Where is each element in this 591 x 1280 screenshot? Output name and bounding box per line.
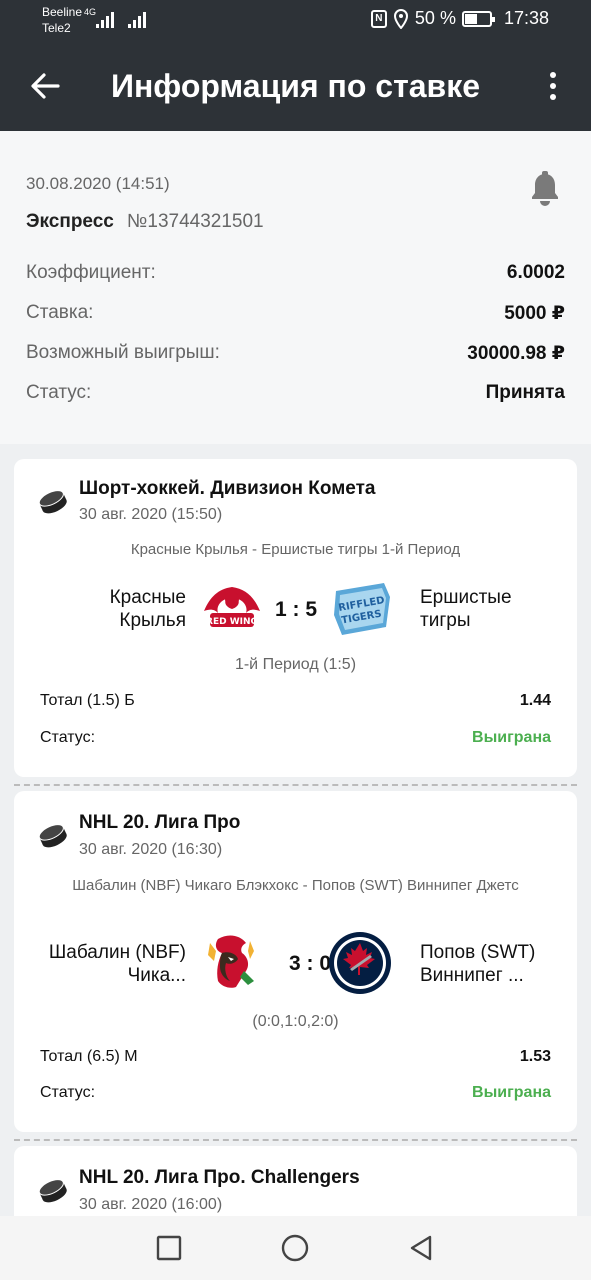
status-label: Статус: [26,382,92,403]
battery-icon [461,10,495,27]
winnipeg-jets-logo-icon [329,932,391,994]
carrier-1: Beeline [42,5,83,19]
bet-outcome-odds: 1.53 [519,1048,551,1065]
status-value: Принята [485,382,565,403]
event-match-title: Шабалин (NBF) Чикаго Блэкхокс - Попов (S… [72,877,519,894]
potential-win-value: 30000.98 ₽ [467,343,565,364]
more-vert-icon [550,72,556,78]
signal-icon [128,10,146,28]
red-wings-logo-icon: RED WING [204,587,260,627]
event-match-title: Красные Крылья - Ершистые тигры 1-й Пери… [130,541,461,558]
event-status-label: Статус: [40,729,96,746]
card-divider [14,784,577,786]
potential-win-row: Возможный выигрыш: 30000.98 ₽ [26,342,565,365]
status-bar: Beeline Tele2 4G N 50 % 17:38 [0,0,591,40]
bet-outcome-label: Тотал (1.5) Б [40,692,135,709]
event-date: 30 авг. 2020 (16:30) [79,841,223,858]
stake-value: 5000 ₽ [504,303,565,324]
carrier-2: Tele2 [42,21,71,35]
bet-type: Экспресс [26,211,114,232]
bet-outcome-row: Тотал (6.5) М 1.53 [40,1048,551,1066]
odds-label: Коэффициент: [26,262,156,283]
signal-icon [96,10,114,28]
network-type: 4G [84,7,97,17]
event-status-label: Статус: [40,1084,96,1101]
hockey-puck-icon [38,824,67,848]
event-card[interactable]: Шорт-хоккей. Дивизион Комета 30 авг. 202… [14,459,577,777]
bet-summary: 30.08.2020 (14:51) Экспресс №13744321501… [0,131,591,444]
recent-apps-button[interactable] [153,1232,185,1264]
blackhawks-logo-icon [208,935,254,988]
event-status-value: Выиграна [472,1084,551,1101]
svg-text:RED WING: RED WING [206,617,258,627]
potential-win-label: Возможный выигрыш: [26,342,220,363]
hockey-puck-icon [38,490,67,514]
team-home-name: Шабалин (NBF) Чика... [48,942,186,986]
card-divider [14,1139,577,1141]
nfc-icon: N [370,9,387,28]
bell-icon [532,171,558,206]
event-league: NHL 20. Лига Про. Challengers [79,1167,360,1188]
event-date: 30 авг. 2020 (15:50) [79,506,223,523]
event-status-value: Выиграна [472,729,551,746]
bet-outcome-row: Тотал (1.5) Б 1.44 [40,692,551,710]
more-options-button[interactable] [537,68,569,104]
team-away-name: Попов (SWT) Виннипег ... [420,942,536,986]
bet-outcome-label: Тотал (6.5) М [40,1048,138,1065]
bet-outcome-odds: 1.44 [519,692,551,709]
team-away-name: Ершистые тигры [420,587,512,631]
team-home-name: Красные Крылья [109,587,186,631]
event-date: 30 авг. 2020 (16:00) [79,1196,223,1213]
event-period-score: (0:0,1:0,2:0) [252,1013,339,1030]
notification-bell-button[interactable] [529,171,561,207]
status-row: Статус: Принята [26,382,565,404]
event-status-row: Статус: Выиграна [40,729,551,747]
back-nav-button[interactable] [405,1232,437,1264]
event-score: 1 : 5 [274,598,318,621]
system-nav-bar [0,1216,591,1280]
carrier-names: Beeline Tele2 [42,4,82,36]
home-button[interactable] [279,1232,311,1264]
app-bar: Информация по ставке [0,40,591,131]
bet-datetime: 30.08.2020 (14:51) [26,174,170,193]
stake-row: Ставка: 5000 ₽ [26,302,565,325]
odds-value: 6.0002 [506,262,565,283]
clock: 17:38 [503,8,549,28]
hockey-puck-icon [38,1179,67,1203]
event-league: NHL 20. Лига Про [79,812,241,833]
stake-label: Ставка: [26,302,94,323]
location-icon [393,8,408,29]
riffled-tigers-logo-icon: RIFFLED TIGERS [334,583,390,635]
event-status-row: Статус: Выиграна [40,1084,551,1102]
event-card[interactable]: NHL 20. Лига Про 30 авг. 2020 (16:30) Ша… [14,791,577,1132]
event-period-score: 1-й Период (1:5) [234,656,357,673]
bet-number: №13744321501 [127,211,264,232]
page-title: Информация по ставке [110,68,481,104]
event-league: Шорт-хоккей. Дивизион Комета [79,478,376,499]
odds-row: Коэффициент: 6.0002 [26,262,565,284]
battery-percent: 50 % [414,8,456,28]
